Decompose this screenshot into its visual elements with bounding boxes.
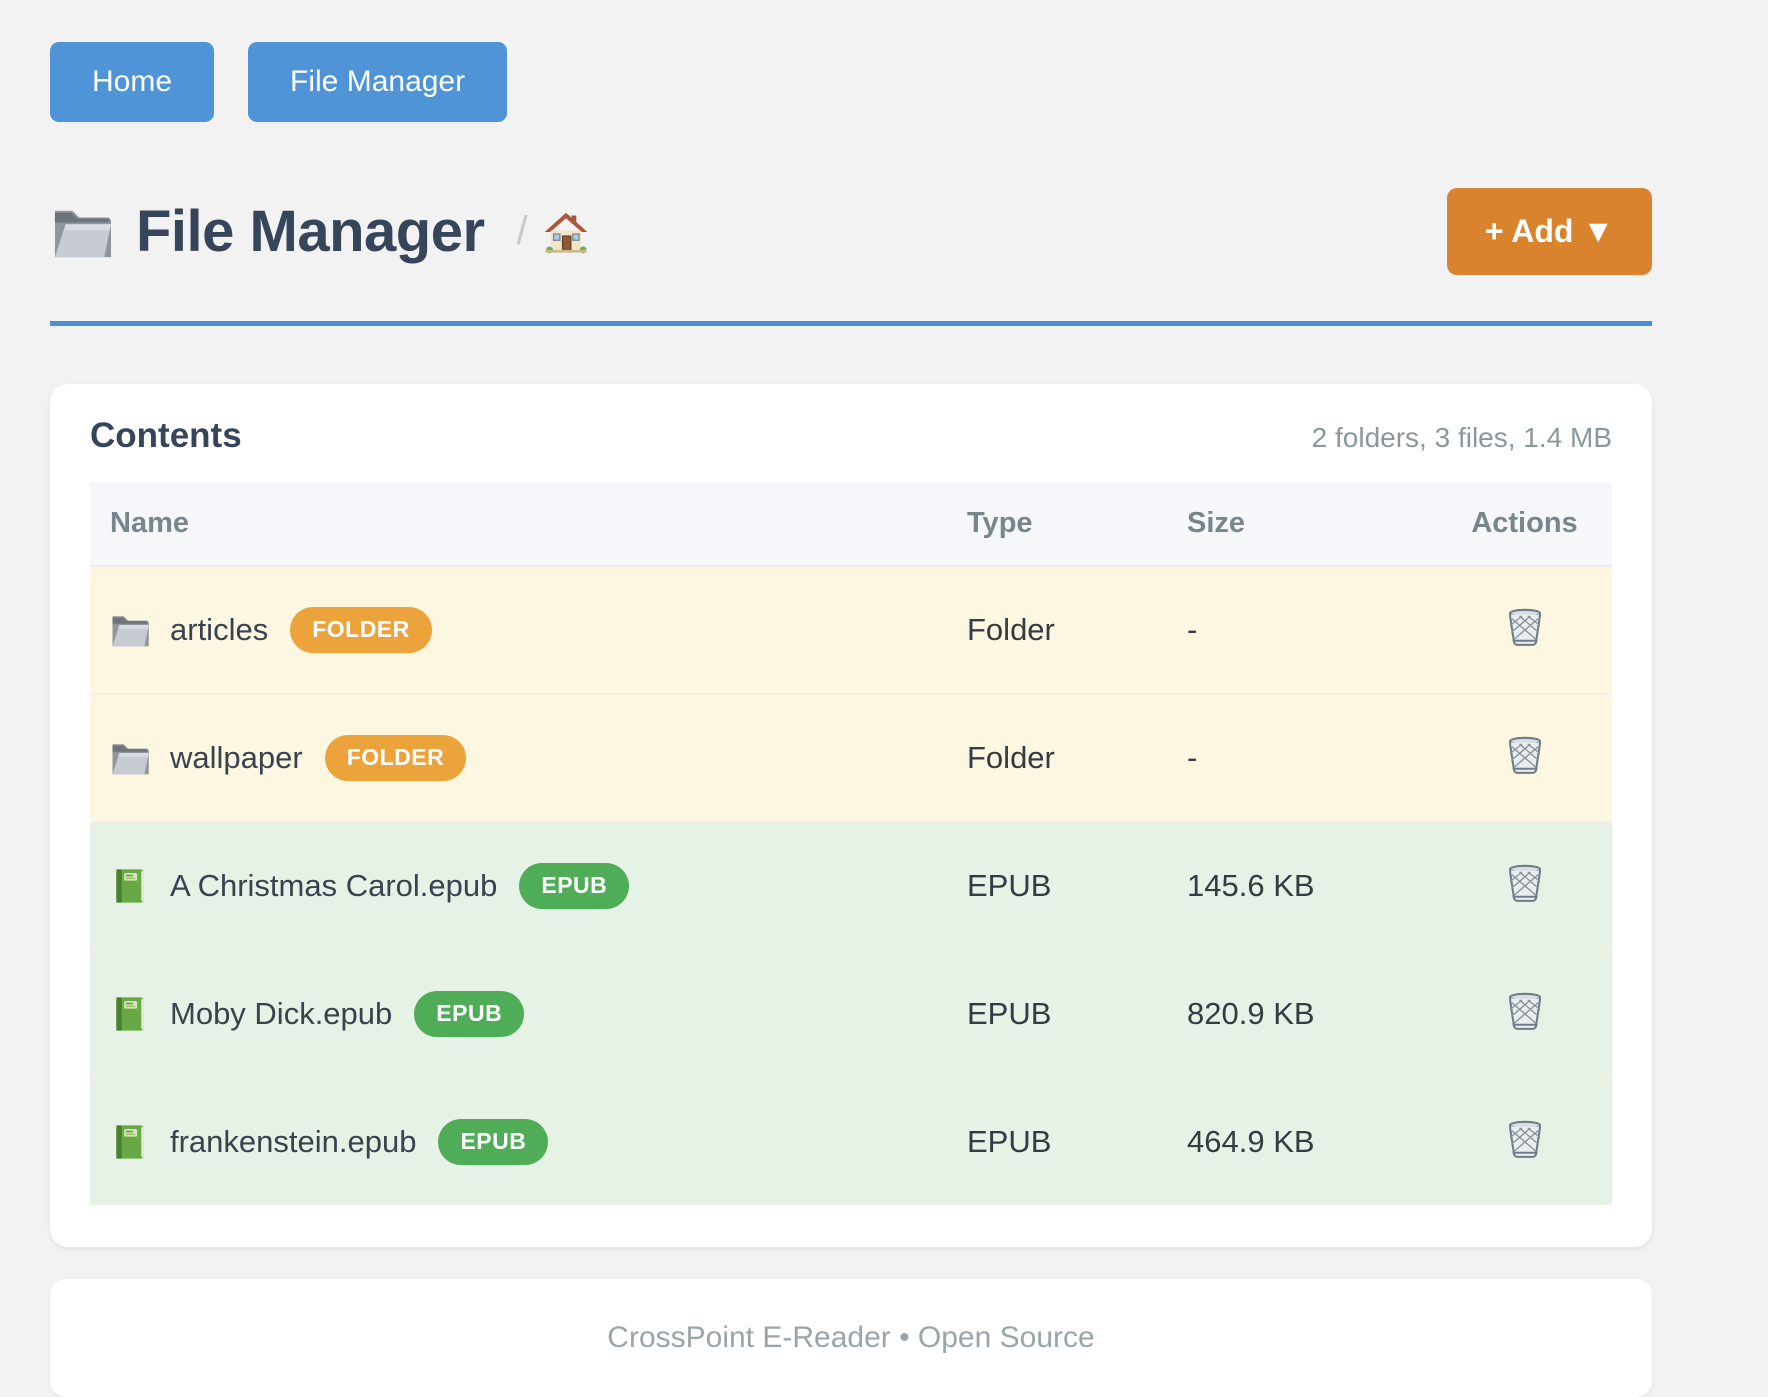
table-row[interactable]: Moby Dick.epub EPUB EPUB 820.9 KB bbox=[90, 950, 1612, 1078]
file-type-badge: EPUB bbox=[438, 1119, 548, 1165]
delete-button[interactable] bbox=[1501, 987, 1549, 1035]
column-header-size: Size bbox=[1187, 482, 1437, 566]
table-row[interactable]: frankenstein.epub EPUB EPUB 464.9 KB bbox=[90, 1078, 1612, 1205]
nav-home-button[interactable]: Home bbox=[50, 42, 214, 122]
table-row[interactable]: articles FOLDER Folder - bbox=[90, 566, 1612, 694]
breadcrumb: / bbox=[517, 209, 588, 254]
file-type: Folder bbox=[967, 566, 1187, 694]
trash-icon bbox=[1503, 1117, 1547, 1161]
table-header-row: Name Type Size Actions bbox=[90, 482, 1612, 566]
page-header: File Manager / + Add ▼ bbox=[50, 188, 1652, 275]
top-nav: Home File Manager bbox=[50, 42, 1652, 122]
contents-card: Contents 2 folders, 3 files, 1.4 MB Name… bbox=[50, 384, 1652, 1247]
add-button[interactable]: + Add ▼ bbox=[1447, 188, 1652, 275]
contents-heading: Contents bbox=[90, 416, 242, 456]
column-header-name: Name bbox=[90, 482, 967, 566]
file-table: Name Type Size Actions articles FOLDER F… bbox=[90, 482, 1612, 1205]
file-type: EPUB bbox=[967, 1078, 1187, 1205]
column-header-type: Type bbox=[967, 482, 1187, 566]
book-icon bbox=[110, 995, 150, 1033]
folder-icon bbox=[50, 203, 114, 261]
folder-icon bbox=[110, 611, 150, 649]
table-row[interactable]: A Christmas Carol.epub EPUB EPUB 145.6 K… bbox=[90, 822, 1612, 950]
book-icon bbox=[110, 1123, 150, 1161]
folder-icon bbox=[110, 739, 150, 777]
trash-icon bbox=[1503, 989, 1547, 1033]
delete-button[interactable] bbox=[1501, 859, 1549, 907]
file-type-badge: EPUB bbox=[414, 991, 524, 1037]
column-header-actions: Actions bbox=[1437, 482, 1612, 566]
trash-icon bbox=[1503, 733, 1547, 777]
file-type-badge: FOLDER bbox=[325, 735, 467, 781]
file-size: 145.6 KB bbox=[1187, 822, 1437, 950]
file-type: EPUB bbox=[967, 950, 1187, 1078]
file-name[interactable]: Moby Dick.epub bbox=[170, 996, 392, 1032]
file-table-body: articles FOLDER Folder - wallpaper FOLDE… bbox=[90, 566, 1612, 1205]
book-icon bbox=[110, 867, 150, 905]
house-icon[interactable] bbox=[544, 210, 588, 254]
table-row[interactable]: wallpaper FOLDER Folder - bbox=[90, 694, 1612, 822]
delete-button[interactable] bbox=[1501, 603, 1549, 651]
file-size: 820.9 KB bbox=[1187, 950, 1437, 1078]
file-type-badge: FOLDER bbox=[290, 607, 432, 653]
file-name[interactable]: A Christmas Carol.epub bbox=[170, 868, 497, 904]
trash-icon bbox=[1503, 605, 1547, 649]
page: Home File Manager File Manager / + Add ▼… bbox=[50, 0, 1652, 1397]
footer: CrossPoint E-Reader • Open Source bbox=[50, 1279, 1652, 1397]
file-type-badge: EPUB bbox=[519, 863, 629, 909]
page-title: File Manager bbox=[136, 198, 485, 265]
delete-button[interactable] bbox=[1501, 1115, 1549, 1163]
file-type: Folder bbox=[967, 694, 1187, 822]
nav-file-manager-button[interactable]: File Manager bbox=[248, 42, 507, 122]
file-name[interactable]: articles bbox=[170, 612, 268, 648]
file-name[interactable]: wallpaper bbox=[170, 740, 303, 776]
divider bbox=[50, 321, 1652, 326]
file-type: EPUB bbox=[967, 822, 1187, 950]
file-size: - bbox=[1187, 694, 1437, 822]
file-size: - bbox=[1187, 566, 1437, 694]
breadcrumb-separator: / bbox=[517, 209, 528, 254]
footer-text: CrossPoint E-Reader • Open Source bbox=[607, 1321, 1094, 1354]
delete-button[interactable] bbox=[1501, 731, 1549, 779]
file-name[interactable]: frankenstein.epub bbox=[170, 1124, 416, 1160]
contents-summary: 2 folders, 3 files, 1.4 MB bbox=[1312, 422, 1612, 454]
trash-icon bbox=[1503, 861, 1547, 905]
file-size: 464.9 KB bbox=[1187, 1078, 1437, 1205]
